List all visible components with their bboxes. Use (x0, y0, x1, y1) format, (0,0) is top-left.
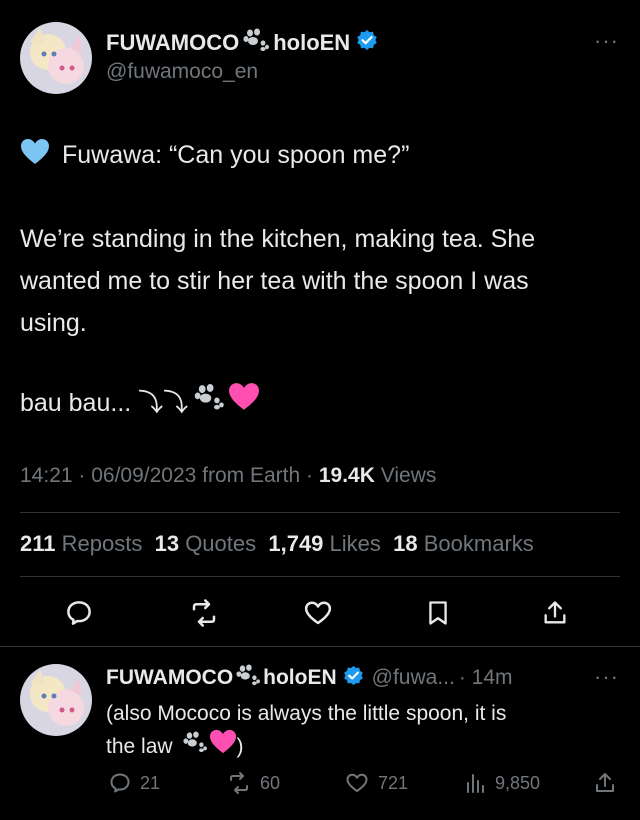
stat-reposts-num: 211 (20, 531, 56, 556)
author-name-row[interactable]: FUWAMOCO holoEN (106, 28, 378, 58)
reply-more-options-button[interactable]: ··· (594, 664, 619, 690)
heart-icon (304, 601, 332, 625)
paw-icon (181, 731, 209, 762)
reply-text-line2-a: the law (106, 735, 173, 758)
stat-likes-label: Likes (329, 531, 381, 556)
divider (20, 576, 620, 577)
tweet-para2-line2: wanted me to stir her tea with the spoon… (20, 267, 529, 295)
reply-share-button[interactable] (593, 771, 617, 795)
tweet-paragraph-2: We’re standing in the kitchen, making te… (20, 218, 535, 344)
stat-bookmarks-num: 18 (393, 531, 418, 556)
author-name-part2: holoEN (273, 30, 351, 55)
reply-icon (110, 773, 130, 793)
author-name-part1: FUWAMOCO (106, 30, 240, 55)
tweet-line-1: Fuwawa: “Can you spoon me?” (20, 138, 409, 173)
tweet-line-4: bau bau... ⤵⤵ (20, 382, 260, 419)
paw-icon (241, 28, 271, 58)
like-button[interactable] (301, 596, 335, 630)
reply-likes-count: 721 (378, 772, 409, 793)
tweet-line-1-text: Fuwawa: “Can you spoon me?” (62, 141, 410, 169)
reply-replies-count: 21 (140, 772, 161, 793)
reply-views-count: 9,850 (495, 772, 541, 793)
views-count: 19.4K (318, 464, 375, 487)
reply-views-button[interactable]: 9,850 (463, 771, 540, 795)
tweet-meta: 14:21 · 06/09/2023 from Earth · 19.4K Vi… (20, 464, 436, 488)
reply-text-line2-b: ) (236, 735, 244, 758)
stat-bookmarks[interactable]: 18 Bookmarks (393, 531, 534, 556)
bookmark-button[interactable] (422, 596, 454, 630)
reply-reposts-count: 60 (260, 772, 281, 793)
bookmark-icon (429, 601, 447, 625)
stat-quotes-label: Quotes (185, 531, 257, 556)
reply-button[interactable] (62, 596, 96, 630)
reply-time[interactable]: · 14m (459, 666, 513, 690)
reply-text-line1: (also Mococo is always the little spoon,… (106, 702, 507, 725)
reply-header: FUWAMOCO holoEN @fuwa... · 14m (106, 664, 513, 692)
analytics-icon (467, 774, 484, 793)
divider (0, 646, 640, 647)
verified-badge-icon (343, 665, 364, 692)
reply-author-avatar[interactable] (20, 664, 92, 736)
reply-icon (67, 601, 91, 625)
reply-repost-button[interactable]: 60 (226, 771, 280, 795)
repost-icon (192, 599, 216, 627)
reply-like-button[interactable]: 721 (344, 771, 408, 795)
share-icon (596, 773, 614, 792)
tweet-line-4-text: bau bau... ⤵⤵ (20, 388, 189, 417)
reply-author-name-part2[interactable]: holoEN (263, 666, 337, 690)
tweet-stats: 211 Reposts 13 Quotes 1,749 Likes 18 Boo… (20, 531, 534, 557)
reply-author-name-part1[interactable]: FUWAMOCO (106, 666, 233, 690)
author-handle[interactable]: @fuwamoco_en (106, 60, 258, 84)
tweet-timestamp[interactable]: 14:21 · 06/09/2023 from Earth · (20, 464, 319, 487)
stat-likes[interactable]: 1,749 Likes (268, 531, 381, 556)
paw-icon (234, 664, 262, 692)
reply-text: (also Mococo is always the little spoon,… (106, 698, 506, 764)
repost-button[interactable] (186, 596, 222, 630)
paw-icon (192, 383, 226, 418)
reply-handle[interactable]: @fuwa... (372, 666, 455, 690)
reply-text-line2: the law ) (106, 729, 506, 764)
stat-bookmarks-label: Bookmarks (423, 531, 534, 556)
stat-reposts[interactable]: 211 Reposts (20, 531, 142, 556)
more-options-button[interactable]: ··· (594, 28, 619, 54)
repost-icon (230, 772, 248, 794)
stat-likes-num: 1,749 (268, 531, 324, 556)
views-label: Views (374, 464, 437, 487)
heart-icon (346, 773, 368, 792)
pink-heart-icon (209, 729, 237, 764)
tweet-para2-line3: using. (20, 309, 87, 337)
verified-badge-icon (356, 29, 378, 57)
divider (20, 512, 620, 513)
share-button[interactable] (539, 596, 571, 630)
blue-heart-icon (20, 138, 50, 173)
pink-heart-icon (228, 382, 260, 419)
stat-quotes-num: 13 (154, 531, 180, 556)
tweet-para2-line1: We’re standing in the kitchen, making te… (20, 225, 536, 253)
author-avatar[interactable] (20, 22, 92, 94)
reply-reply-button[interactable]: 21 (108, 771, 160, 795)
stat-reposts-label: Reposts (61, 531, 143, 556)
share-icon (544, 601, 566, 624)
stat-quotes[interactable]: 13 Quotes (155, 531, 257, 556)
